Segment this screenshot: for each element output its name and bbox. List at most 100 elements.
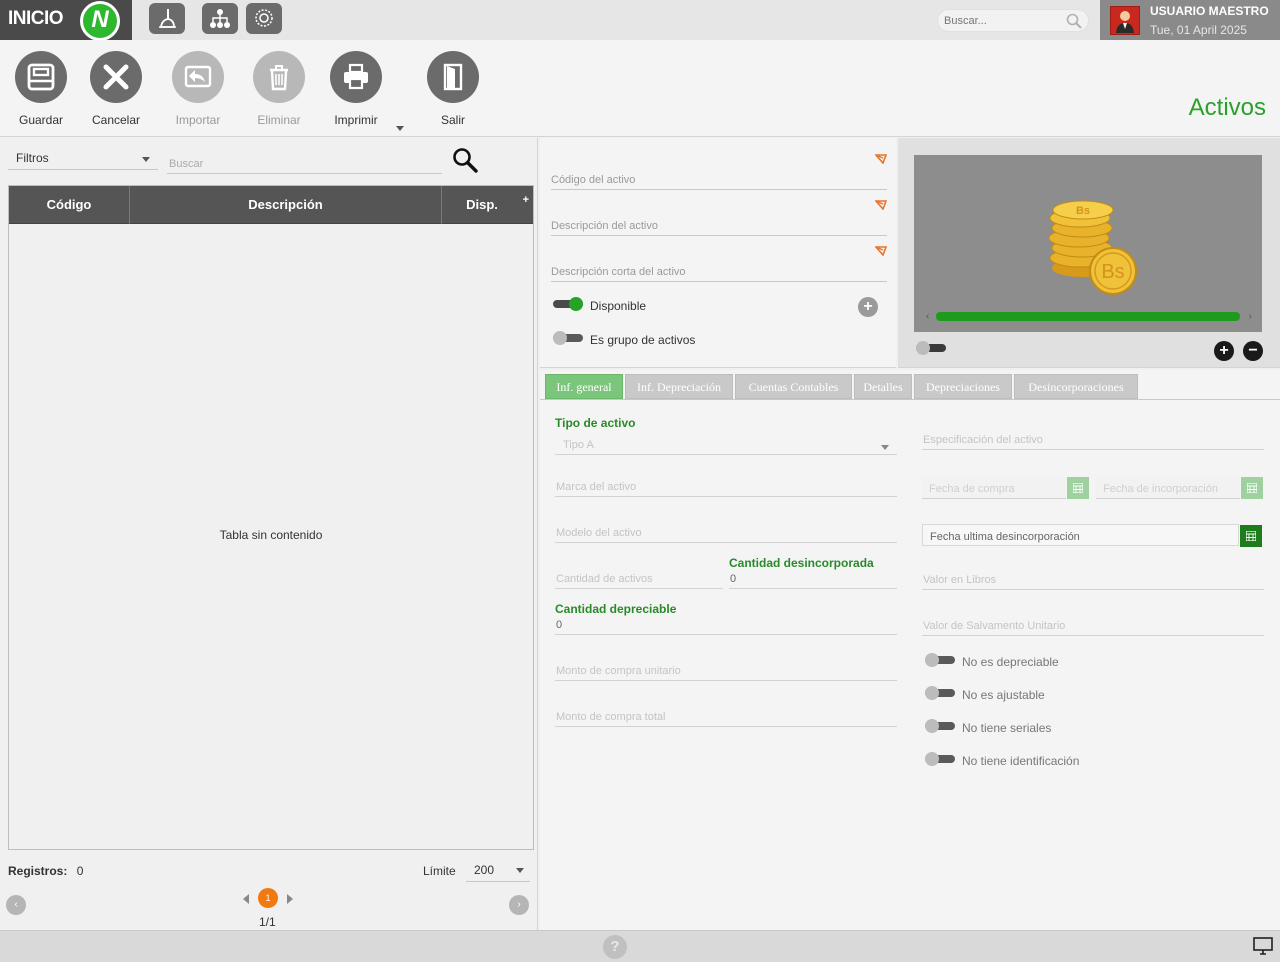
scrollbar-thumb[interactable] — [936, 312, 1240, 321]
empty-table-message: Tabla sin contenido — [219, 528, 323, 542]
global-search-input[interactable] — [944, 10, 1064, 31]
search-icon — [1066, 13, 1082, 29]
asset-type-select[interactable]: Tipo A — [555, 433, 897, 455]
not-adjustable-label: No es ajustable — [962, 688, 1045, 702]
purchase-date-input[interactable]: Fecha de compra — [922, 477, 1066, 499]
monitor-icon[interactable] — [1253, 937, 1273, 955]
tab-inf-general[interactable]: Inf. general — [545, 374, 623, 399]
required-flag-icon — [875, 200, 887, 210]
calendar-icon[interactable] — [1067, 477, 1089, 499]
current-page[interactable]: 1 — [258, 888, 278, 908]
asset-group-toggle[interactable] — [553, 331, 583, 345]
broom-icon[interactable] — [149, 3, 185, 34]
tab-detalles[interactable]: Detalles — [854, 374, 912, 399]
org-chart-icon[interactable] — [202, 3, 238, 34]
delete-label: Eliminar — [257, 113, 301, 127]
tabs-bar: Inf. general Inf. Depreciación Cuentas C… — [540, 370, 1280, 400]
print-button[interactable]: Imprimir — [321, 51, 391, 127]
required-flag-icon — [875, 154, 887, 164]
cancel-button[interactable]: Cancelar — [81, 51, 151, 127]
asset-header-form: Código del activo Descripción del activo… — [540, 138, 896, 368]
logo-mark: N — [80, 1, 120, 41]
salvage-value-input[interactable]: Valor de Salvamento Unitario — [922, 614, 1264, 636]
save-icon — [27, 63, 55, 91]
column-header-descripcion[interactable]: Descripción — [130, 186, 442, 224]
next-page-icon[interactable] — [287, 894, 293, 904]
home-logo[interactable]: INICIO N — [0, 0, 132, 41]
status-bar: ? — [0, 930, 1280, 962]
filter-select[interactable]: Filtros — [8, 148, 158, 170]
user-menu[interactable]: USUARIO MAESTRO Tue, 01 April 2025 — [1100, 0, 1280, 40]
import-icon — [184, 65, 212, 88]
total-purchase-amount-input[interactable]: Monto de compra total — [555, 705, 897, 727]
no-serials-toggle[interactable] — [925, 719, 955, 733]
asset-specification-input[interactable]: Especificación del activo — [922, 428, 1264, 450]
not-adjustable-toggle[interactable] — [925, 686, 955, 700]
not-depreciable-toggle[interactable] — [925, 653, 955, 667]
model-input[interactable]: Modelo del activo — [555, 521, 897, 543]
tab-depreciaciones[interactable]: Depreciaciones — [914, 374, 1012, 399]
image-scrollbar[interactable]: ‹ › — [924, 309, 1254, 323]
print-options-caret-icon[interactable] — [396, 126, 404, 131]
limit-select[interactable]: 200 — [466, 858, 530, 882]
asset-code-input[interactable]: Código del activo — [551, 168, 887, 190]
filter-label: Filtros — [16, 151, 49, 165]
asset-type-label: Tipo de activo — [555, 416, 636, 430]
import-button[interactable]: Importar — [163, 51, 233, 127]
top-bar: INICIO N USUARIO MAESTRO Tue, 01 April 2… — [0, 0, 1280, 41]
no-identification-toggle[interactable] — [925, 752, 955, 766]
help-icon[interactable]: ? — [603, 935, 627, 959]
records-label: Registros: — [8, 864, 68, 878]
incorporation-date-input[interactable]: Fecha de incorporación — [1096, 477, 1240, 499]
list-panel: Filtros Buscar Código Descripción Disp. … — [0, 138, 538, 930]
calendar-icon[interactable] — [1240, 525, 1262, 547]
global-search[interactable] — [937, 9, 1089, 32]
save-label: Guardar — [18, 113, 64, 127]
scroll-right-icon[interactable]: › — [1249, 311, 1252, 322]
delete-button[interactable]: Eliminar — [244, 51, 314, 127]
column-header-codigo[interactable]: Código — [9, 186, 130, 224]
list-search-input[interactable]: Buscar — [167, 152, 442, 174]
asset-image[interactable]: Bs Bs ‹ › — [914, 155, 1262, 332]
prev-page-icon[interactable] — [243, 894, 249, 904]
asset-description-input[interactable]: Descripción del activo — [551, 214, 887, 236]
add-icon[interactable]: + — [858, 297, 878, 317]
search-icon[interactable] — [452, 147, 478, 173]
print-label: Imprimir — [334, 113, 378, 127]
tab-desincorporaciones[interactable]: Desincorporaciones — [1014, 374, 1138, 399]
column-header-disp[interactable]: Disp. — [442, 186, 522, 224]
assets-table: Código Descripción Disp. + Tabla sin con… — [8, 185, 534, 850]
asset-quantity-input[interactable]: Cantidad de activos — [555, 567, 723, 589]
book-value-input[interactable]: Valor en Libros — [922, 568, 1264, 590]
scroll-left-icon[interactable]: ‹ — [926, 311, 929, 322]
remove-image-button[interactable]: − — [1243, 341, 1263, 361]
asset-short-description-input[interactable]: Descripción corta del activo — [551, 260, 887, 282]
tab-inf-depreciacion[interactable]: Inf. Depreciación — [625, 374, 733, 399]
last-disincorporation-date-input[interactable]: Fecha ultima desincorporación — [922, 524, 1239, 546]
cancel-label: Cancelar — [91, 113, 141, 127]
exit-button[interactable]: Salir — [418, 51, 488, 127]
calendar-icon[interactable] — [1241, 477, 1263, 499]
import-label: Importar — [175, 113, 221, 127]
add-image-button[interactable]: + — [1214, 341, 1234, 361]
image-toggle[interactable] — [916, 341, 946, 355]
required-flag-icon — [875, 246, 887, 256]
tab-cuentas-contables[interactable]: Cuentas Contables — [735, 374, 852, 399]
save-button[interactable]: Guardar — [6, 51, 76, 127]
settings-gear-icon[interactable] — [246, 3, 282, 34]
records-value: 0 — [76, 864, 84, 878]
add-column-icon[interactable]: + — [523, 194, 529, 206]
coin-text: Bs — [1101, 261, 1124, 283]
unit-purchase-amount-input[interactable]: Monto de compra unitario — [555, 659, 897, 681]
brand-input[interactable]: Marca del activo — [555, 475, 897, 497]
no-identification-label: No tiene identificación — [962, 754, 1080, 768]
available-toggle[interactable] — [553, 297, 583, 311]
scroll-right-button[interactable]: › — [509, 895, 529, 915]
chevron-down-icon — [142, 157, 150, 162]
scroll-left-button[interactable]: ‹ — [6, 895, 26, 915]
general-info-panel: Tipo de activo Tipo A Marca del activo M… — [540, 400, 1280, 930]
depreciable-quantity-value: 0 — [555, 613, 897, 635]
printer-icon — [344, 63, 368, 90]
page-count: 1/1 — [259, 915, 276, 929]
user-name: USUARIO MAESTRO — [1150, 4, 1269, 18]
